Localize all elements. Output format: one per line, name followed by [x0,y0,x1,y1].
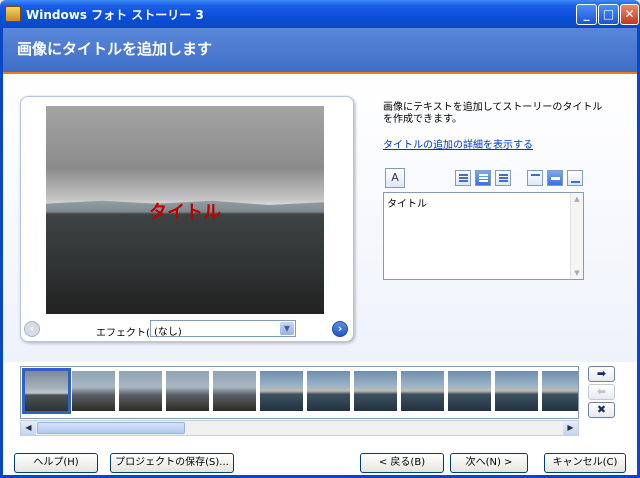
window-title: Windows フォト ストーリー 3 [26,8,204,22]
align-left-icon [459,174,468,183]
button-bar [3,443,637,475]
filmstrip-thumbnail[interactable] [213,371,256,411]
align-left-button[interactable] [455,170,471,186]
next-image-button[interactable]: › [332,321,348,337]
position-top-button[interactable] [527,170,543,186]
scroll-left-icon[interactable]: ◀ [21,421,36,435]
position-top-icon [531,174,540,177]
filmstrip-thumbnail[interactable] [119,371,162,411]
filmstrip-thumbnail[interactable] [22,368,71,414]
title-text-value: タイトル [387,199,427,210]
minimize-button[interactable]: _ [576,4,597,25]
back-button[interactable]: < 戻る(B) [360,453,444,473]
horizontal-scrollbar[interactable]: ◀ ▶ [20,420,579,436]
scroll-down-icon[interactable]: ▼ [571,267,583,279]
instruction-text: 画像にテキストを追加してストーリーのタイトルを作成できます。 [383,102,603,125]
maximize-button[interactable]: □ [598,4,619,25]
overlay-title-text: タイトル [149,202,221,223]
font-button[interactable]: A [385,168,405,188]
effect-dropdown[interactable]: (なし) ▼ [150,320,296,338]
position-bottom-button[interactable] [567,170,583,186]
close-button[interactable]: ✕ [620,4,639,25]
filmstrip-thumbnail[interactable] [401,371,444,411]
scroll-right-icon[interactable]: ▶ [563,421,578,435]
cancel-button[interactable]: キャンセル(C) [544,453,626,473]
page-title: 画像にタイトルを追加します [17,40,213,58]
position-middle-button[interactable] [547,170,563,186]
preview-image: タイトル [46,106,324,314]
effect-value: (なし) [154,327,182,338]
filmstrip-thumbnail[interactable] [166,371,209,411]
scroll-up-icon[interactable]: ▲ [571,193,583,205]
previous-image-button[interactable]: ‹ [24,321,40,337]
filmstrip-thumbnail[interactable] [260,371,303,411]
position-middle-icon [551,177,560,180]
save-project-button[interactable]: プロジェクトの保存(S)... [110,453,234,473]
chevron-down-icon[interactable]: ▼ [280,322,294,335]
align-right-icon [499,174,508,183]
move-left-button[interactable]: ⬅ [588,384,615,400]
scroll-thumb[interactable] [37,422,185,434]
filmstrip-thumbnail[interactable] [307,371,350,411]
position-bottom-icon [571,181,580,184]
help-link[interactable]: タイトルの追加の詳細を表示する [383,136,533,151]
filmstrip[interactable] [20,366,579,419]
font-icon: A [391,171,399,184]
filmstrip-thumbnail[interactable] [354,371,397,411]
app-icon [5,6,21,22]
filmstrip-thumbnail[interactable] [542,371,578,411]
filmstrip-thumbnail[interactable] [72,371,115,411]
page-header: 画像にタイトルを追加します [3,28,637,74]
filmstrip-thumbnail[interactable] [448,371,491,411]
move-right-button[interactable]: ➡ [588,366,615,382]
align-right-button[interactable] [495,170,511,186]
next-button[interactable]: 次へ(N) > [450,453,528,473]
align-center-button[interactable] [475,170,491,186]
align-center-icon [479,174,488,183]
help-button[interactable]: ヘルプ(H) [14,453,98,473]
filmstrip-thumbnail[interactable] [495,371,538,411]
title-text-input[interactable]: タイトル ▲ ▼ [383,192,584,280]
vertical-scrollbar[interactable]: ▲ ▼ [570,193,583,279]
remove-image-button[interactable]: ✖ [588,402,615,418]
